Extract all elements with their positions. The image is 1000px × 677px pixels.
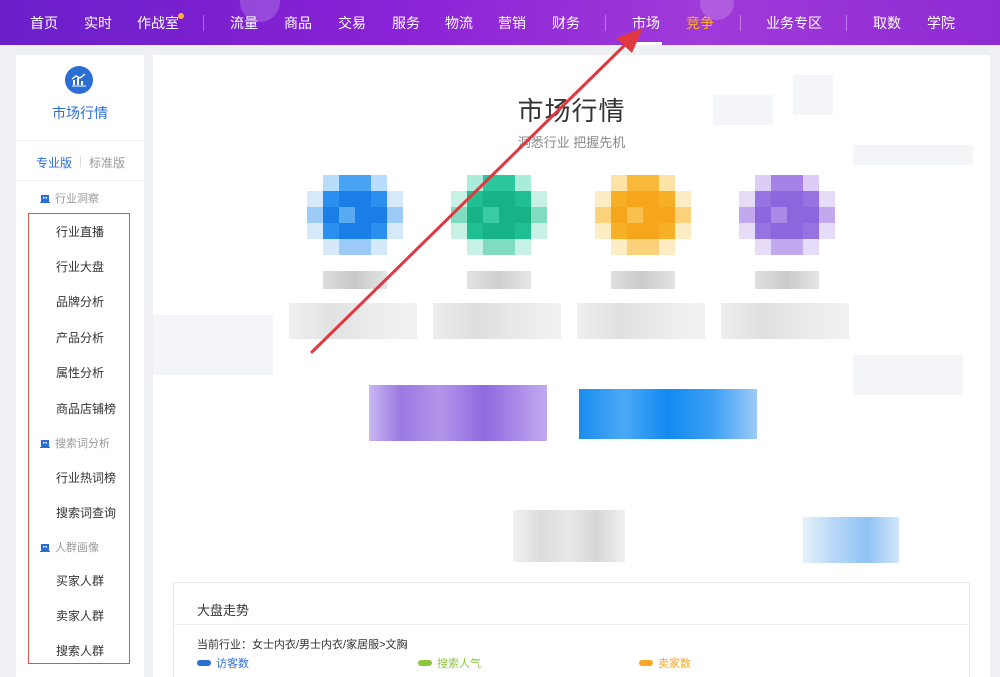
nav-item-data-fetch[interactable]: 取数 — [873, 0, 901, 45]
nav-item-traffic[interactable]: 流量 — [230, 0, 258, 45]
mosaic-tile-teal[interactable] — [451, 175, 547, 255]
nav-item-logistics[interactable]: 物流 — [445, 0, 473, 45]
group-crowd-portrait: 人群画像 — [40, 539, 99, 555]
nav-item-business-zone[interactable]: 业务专区 — [766, 0, 822, 45]
mosaic-label — [611, 271, 675, 289]
sidebar-item-attribute-analysis[interactable]: 属性分析 — [56, 364, 104, 381]
mosaic-description — [289, 303, 417, 339]
legend-search-popularity[interactable]: 搜索人气 — [418, 655, 481, 671]
sidebar-item-industry-overview[interactable]: 行业大盘 — [56, 258, 104, 275]
nav-item-finance[interactable]: 财务 — [552, 0, 580, 45]
mosaic-block — [513, 510, 625, 562]
mosaic-button-purple[interactable] — [369, 385, 547, 441]
divider — [174, 624, 971, 625]
main-content: 市场行情 洞悉行业 把握先机 大盘走势 当前行业：女士内衣/男士内衣/家居服>文… — [153, 55, 990, 677]
mosaic-tile-purple[interactable] — [739, 175, 835, 255]
nav-separator — [203, 15, 204, 31]
tab-separator — [80, 156, 81, 167]
sidebar-item-product-analysis[interactable]: 产品分析 — [56, 329, 104, 346]
mosaic-label — [467, 271, 531, 289]
legend-label: 卖家数 — [658, 658, 691, 670]
building-icon — [40, 440, 50, 448]
background-decoration — [153, 315, 273, 375]
building-icon — [40, 195, 50, 203]
mosaic-button-blue[interactable] — [579, 389, 757, 439]
page-subtitle: 洞悉行业 把握先机 — [517, 135, 626, 150]
mosaic-description — [577, 303, 705, 339]
page-title: 市场行情 — [517, 96, 626, 126]
sidebar: 市场行情 专业版 标准版 行业洞察 行业直播 行业大盘 品牌分析 产品分析 属性… — [16, 55, 144, 677]
nav-item-competition[interactable]: 竞争 — [686, 0, 714, 45]
panel-title: 大盘走势 — [197, 603, 250, 618]
notification-dot — [178, 13, 184, 19]
group-label: 搜索词分析 — [55, 438, 110, 450]
top-nav: 首页 实时 作战室 流量 商品 交易 服务 物流 营销 财务 市场 竞争 业务专… — [0, 0, 1000, 45]
tab-standard[interactable]: 标准版 — [89, 154, 125, 171]
divider — [16, 140, 144, 141]
sidebar-item-industry-live[interactable]: 行业直播 — [56, 223, 104, 240]
background-decoration — [853, 355, 963, 395]
legend-swatch — [639, 660, 653, 666]
sidebar-item-buyer-crowd[interactable]: 买家人群 — [56, 572, 104, 589]
group-industry-insight: 行业洞察 — [40, 190, 99, 206]
nav-item-war-room[interactable]: 作战室 — [137, 0, 179, 45]
legend-label: 访客数 — [216, 658, 249, 670]
current-industry-path: 当前行业：女士内衣/男士内衣/家居服>文胸 — [197, 639, 408, 651]
mosaic-tile-blue[interactable] — [307, 175, 403, 255]
sidebar-item-seller-crowd[interactable]: 卖家人群 — [56, 607, 104, 624]
legend-label: 搜索人气 — [437, 658, 481, 670]
mosaic-block — [803, 517, 899, 563]
building-icon — [40, 544, 50, 552]
divider — [16, 180, 144, 181]
nav-separator — [740, 15, 741, 31]
mosaic-label — [323, 271, 387, 289]
mosaic-description — [433, 303, 561, 339]
sidebar-title: 市场行情 — [52, 105, 108, 121]
sidebar-item-goods-shop-ranking[interactable]: 商品店铺榜 — [56, 400, 116, 417]
nav-item-marketing[interactable]: 营销 — [498, 0, 526, 45]
mosaic-tile-orange[interactable] — [595, 175, 691, 255]
market-chart-icon — [65, 66, 93, 94]
nav-item-trade[interactable]: 交易 — [338, 0, 366, 45]
mosaic-label — [755, 271, 819, 289]
legend-sellers[interactable]: 卖家数 — [639, 655, 691, 671]
nav-item-academy[interactable]: 学院 — [927, 0, 955, 45]
sidebar-item-hot-words[interactable]: 行业热词榜 — [56, 469, 116, 486]
sidebar-item-search-query[interactable]: 搜索词查询 — [56, 504, 116, 521]
sidebar-item-brand-analysis[interactable]: 品牌分析 — [56, 293, 104, 310]
mosaic-description — [721, 303, 849, 339]
nav-item-product[interactable]: 商品 — [284, 0, 312, 45]
nav-item-realtime[interactable]: 实时 — [84, 0, 112, 45]
sidebar-item-search-crowd[interactable]: 搜索人群 — [56, 642, 104, 659]
legend-swatch — [197, 660, 211, 666]
nav-item-service[interactable]: 服务 — [392, 0, 420, 45]
nav-item-market[interactable]: 市场 — [630, 0, 662, 45]
group-search-analysis: 搜索词分析 — [40, 435, 110, 451]
group-label: 行业洞察 — [55, 193, 99, 205]
legend-visitors[interactable]: 访客数 — [197, 655, 249, 671]
nav-separator — [846, 15, 847, 31]
tab-professional[interactable]: 专业版 — [36, 154, 72, 171]
market-trend-panel: 大盘走势 当前行业：女士内衣/男士内衣/家居服>文胸 访客数 搜索人气 卖家数 — [173, 582, 971, 677]
group-label: 人群画像 — [55, 542, 99, 554]
nav-separator — [605, 15, 606, 31]
legend-swatch — [418, 660, 432, 666]
nav-item-home[interactable]: 首页 — [30, 0, 58, 45]
